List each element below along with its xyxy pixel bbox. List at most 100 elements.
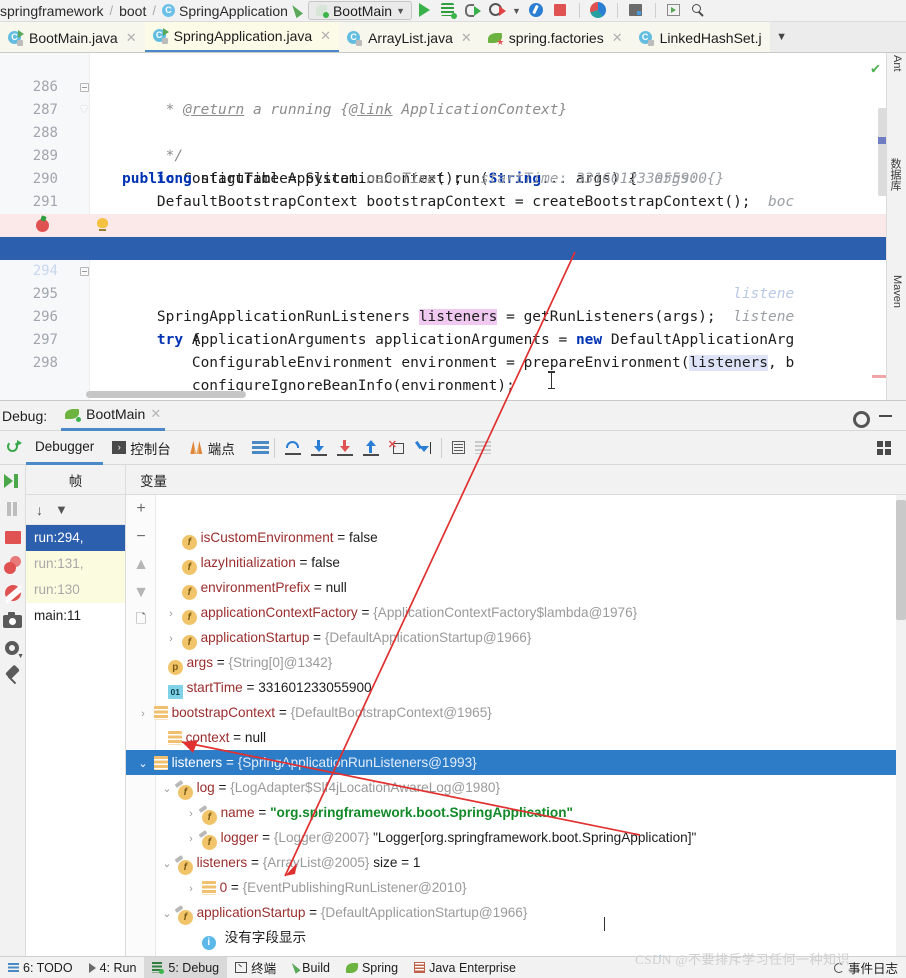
chevron-down-icon[interactable]: ▼ <box>512 6 521 16</box>
evaluate-expression-icon[interactable] <box>451 440 467 455</box>
run-configuration-selector[interactable]: BootMain ▼ <box>307 1 413 20</box>
frame-item[interactable]: run:130 <box>26 577 125 603</box>
profile-icon[interactable] <box>528 2 545 19</box>
editor-tab-arraylist[interactable]: C ArrayList.java ✕ <box>339 22 480 52</box>
variable-row[interactable]: › 0 = {EventPublishingRunListener@2010} <box>126 875 906 900</box>
debug-icon[interactable] <box>440 2 458 19</box>
force-step-into-icon[interactable] <box>336 439 354 456</box>
build-hammer-icon[interactable] <box>288 2 303 19</box>
view-breakpoints-icon[interactable] <box>1 553 25 577</box>
status-build[interactable]: Build <box>284 957 338 978</box>
tree-expander[interactable]: › <box>184 827 198 852</box>
stop-icon[interactable] <box>1 525 25 549</box>
filter-icon[interactable]: ▼ <box>55 502 68 517</box>
editor-tab-springapplication[interactable]: C SpringApplication.java ✕ <box>144 22 340 52</box>
mute-breakpoints-icon[interactable] <box>1 581 25 605</box>
breadcrumb-item-1[interactable]: boot <box>119 3 146 19</box>
variable-row[interactable]: › f logger = {Logger@2007} "Logger[org.s… <box>126 825 906 850</box>
breadcrumb[interactable]: springframework / boot / C SpringApplica… <box>0 3 288 19</box>
variable-row[interactable]: › f applicationContextFactory = {Applica… <box>126 600 906 625</box>
variable-row-selected[interactable]: ⌄ listeners = {SpringApplicationRunListe… <box>126 750 906 775</box>
editor-error-stripe-mark[interactable] <box>872 375 886 378</box>
gear-icon[interactable] <box>851 409 870 428</box>
fold-collapse-icon[interactable] <box>80 267 89 276</box>
variable-row[interactable]: f lazyInitialization = false <box>126 550 906 575</box>
fold-expand-icon[interactable] <box>80 106 89 115</box>
variable-row[interactable]: › f applicationStartup = {DefaultApplica… <box>126 625 906 650</box>
variable-row[interactable]: ⌄ f applicationStartup = {DefaultApplica… <box>126 900 906 925</box>
stop-icon[interactable] <box>552 2 569 19</box>
tab-endpoints[interactable]: 端点 <box>180 431 244 465</box>
restart-debug-icon[interactable] <box>0 440 26 455</box>
step-into-icon[interactable] <box>310 439 328 456</box>
breadcrumb-item-0[interactable]: springframework <box>0 3 103 19</box>
pause-program-icon[interactable] <box>1 497 25 521</box>
screenshot-icon[interactable] <box>1 609 25 633</box>
close-icon[interactable]: ✕ <box>612 30 623 46</box>
tool-window-button-database[interactable]: 数据库 <box>887 158 903 191</box>
frame-item[interactable]: main:11 <box>26 603 125 629</box>
export-threads-icon[interactable]: ↓ <box>36 502 43 518</box>
status-debug[interactable]: 5: Debug <box>144 957 228 978</box>
settings-icon[interactable]: ▼ <box>1 637 25 661</box>
idea-icon[interactable] <box>589 2 607 19</box>
variable-row[interactable]: p args = {String[0]@1342} <box>126 650 906 675</box>
tab-debugger[interactable]: Debugger <box>26 431 104 465</box>
step-over-icon[interactable] <box>284 440 302 456</box>
pin-tab-icon[interactable] <box>1 664 25 689</box>
tree-expander[interactable]: › <box>164 602 178 627</box>
resume-program-icon[interactable] <box>1 469 25 493</box>
status-todo[interactable]: 6: TODO <box>0 957 81 978</box>
variable-row[interactable]: f isCustomEnvironment = false <box>126 525 906 550</box>
status-run[interactable]: 4: Run <box>81 957 145 978</box>
sort-values-icon[interactable] <box>474 441 491 454</box>
run-with-coverage-icon[interactable] <box>488 2 507 19</box>
database-icon[interactable] <box>628 2 645 19</box>
variable-row[interactable]: 01 startTime = 331601233055900 <box>126 675 906 700</box>
editor-tab-bootmain[interactable]: C BootMain.java ✕ <box>0 22 145 52</box>
breakpoint-icon[interactable] <box>36 219 49 232</box>
tree-expander[interactable]: › <box>184 877 198 902</box>
editor-horizontal-scrollbar[interactable] <box>86 391 246 398</box>
status-spring[interactable]: Spring <box>338 957 406 978</box>
tree-expander[interactable]: ⌄ <box>160 777 174 802</box>
variable-row[interactable]: › bootstrapContext = {DefaultBootstrapCo… <box>126 700 906 725</box>
intention-bulb-icon[interactable] <box>96 218 109 231</box>
frame-item[interactable]: run:131, <box>26 551 125 577</box>
variable-row[interactable]: context = null <box>126 725 906 750</box>
tab-console[interactable]: › 控制台 <box>103 431 180 465</box>
rerun-icon[interactable] <box>464 2 482 19</box>
drop-frame-icon[interactable]: ✕ <box>388 439 406 456</box>
variables-scrollbar-thumb[interactable] <box>896 500 906 620</box>
chevron-down-icon[interactable]: ▼ <box>396 6 405 16</box>
debug-session-tab[interactable]: BootMain ✕ <box>61 401 166 431</box>
search-everywhere-icon[interactable] <box>690 2 707 19</box>
show-execution-point-icon[interactable] <box>251 441 269 454</box>
tree-expander[interactable]: › <box>184 802 198 827</box>
status-java-enterprise[interactable]: Java Enterprise <box>406 957 524 978</box>
variable-row[interactable]: ⌄ f listeners = {ArrayList@2005} size = … <box>126 850 906 875</box>
status-terminal[interactable]: 终端 <box>227 957 284 978</box>
inspection-ok-icon[interactable]: ✔ <box>871 59 880 77</box>
close-icon[interactable]: ✕ <box>126 30 137 46</box>
run-to-cursor-icon[interactable] <box>414 440 432 456</box>
layout-settings-icon[interactable] <box>876 440 894 456</box>
variable-row[interactable]: ⌄ f log = {LogAdapter$Slf4jLocationAware… <box>126 775 906 800</box>
fold-collapse-icon[interactable] <box>80 83 89 92</box>
tree-expander[interactable]: ⌄ <box>160 852 174 877</box>
editor-tab-linkedhashset[interactable]: C LinkedHashSet.j <box>630 22 770 52</box>
tree-expander[interactable]: › <box>136 702 150 727</box>
close-icon[interactable]: ✕ <box>461 30 472 46</box>
tree-expander[interactable]: ⌄ <box>136 752 150 777</box>
editor-tab-spring-factories[interactable]: spring.factories ✕ <box>479 22 631 52</box>
tool-window-button-ant[interactable]: Ant <box>891 55 903 72</box>
frame-item[interactable]: run:294, <box>26 525 125 551</box>
add-watch-icon[interactable]: + <box>126 495 156 523</box>
run-anything-icon[interactable] <box>666 2 683 19</box>
run-icon[interactable] <box>416 2 433 19</box>
breadcrumb-item-2[interactable]: SpringApplication <box>179 3 288 19</box>
tree-expander[interactable]: › <box>164 627 178 652</box>
close-icon[interactable]: ✕ <box>150 406 161 422</box>
tab-list-chevron-icon[interactable]: ▼ <box>769 22 794 52</box>
close-icon[interactable]: ✕ <box>320 28 331 44</box>
